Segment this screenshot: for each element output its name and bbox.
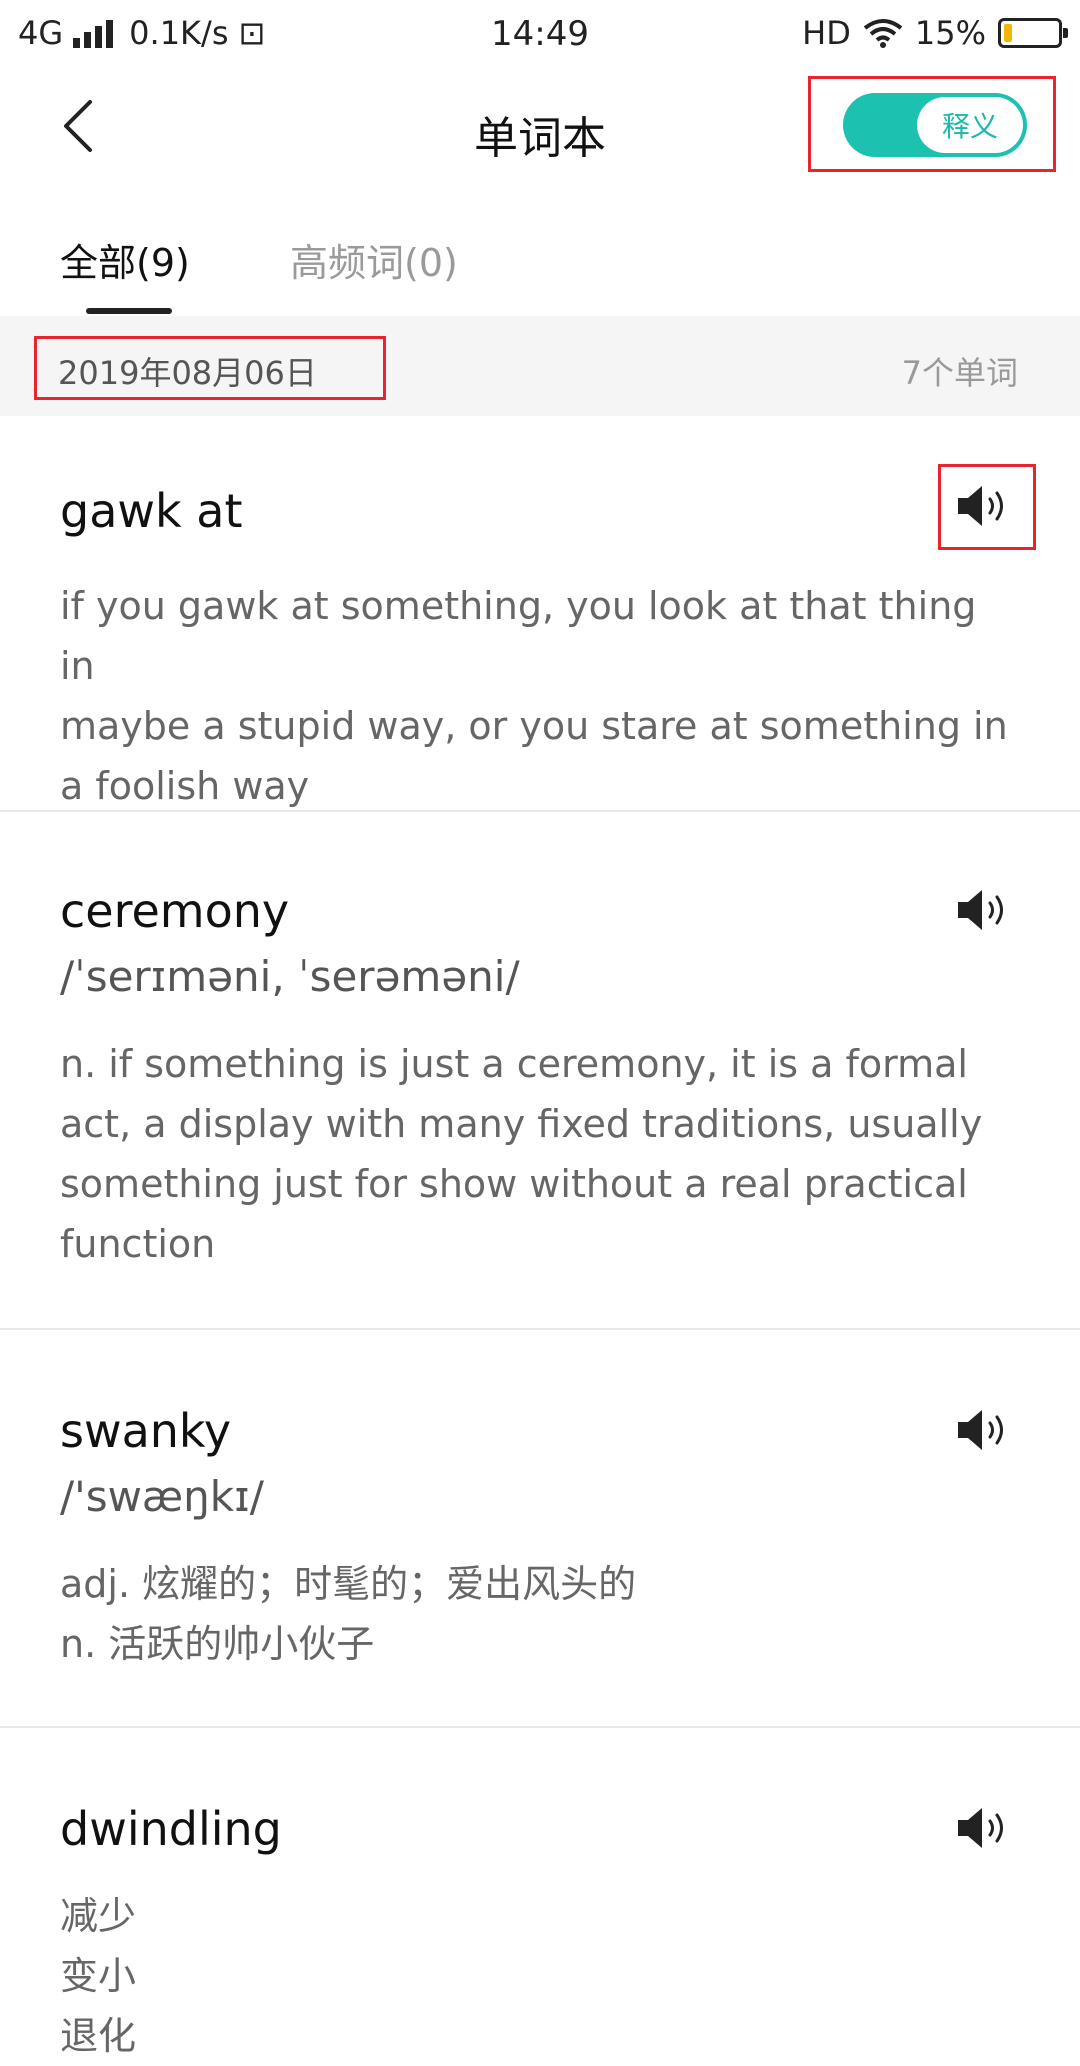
speaker-icon[interactable] <box>956 886 1012 934</box>
active-tab-indicator <box>86 308 172 314</box>
definition-toggle[interactable]: 释义 <box>843 93 1027 157</box>
word-entry[interactable]: swanky /'swæŋkɪ/ adj. 炫耀的；时髦的；爱出风头的 n. 活… <box>0 1330 1080 1728</box>
word-entry[interactable]: ceremony /ˈserɪməni, ˈserəməni/ n. if so… <box>0 812 1080 1330</box>
status-right: HD 15% <box>802 14 1068 52</box>
definition-line: 退化 <box>60 2014 137 2058</box>
tab-bar: 全部(9) 高频词(0) <box>0 220 1080 316</box>
word-phonetic: /ˈserɪməni, ˈserəməni/ <box>60 952 520 1001</box>
speaker-icon[interactable] <box>956 1804 1012 1852</box>
word-definition: if you gawk at something, you look at th… <box>60 576 1020 816</box>
word-definition: adj. 炫耀的；时髦的；爱出风头的 n. 活跃的帅小伙子 <box>60 1554 1020 1674</box>
word-title: dwindling <box>60 1802 282 1856</box>
speaker-icon[interactable] <box>956 1406 1012 1454</box>
definition-line: n. 活跃的帅小伙子 <box>60 1622 375 1666</box>
definition-line: maybe a stupid way, or you stare at some… <box>60 704 1008 748</box>
status-bar: 4G 0.1K/s ⊡ 14:49 HD 15% <box>0 0 1080 74</box>
tab-high-frequency[interactable]: 高频词(0) <box>290 232 458 287</box>
definition-line: adj. 炫耀的；时髦的；爱出风头的 <box>60 1562 637 1606</box>
speaker-icon[interactable] <box>956 482 1012 530</box>
definition-line: n. if something is just a ceremony, it i… <box>60 1042 968 1086</box>
definition-line: act, a display with many fixed tradition… <box>60 1102 983 1146</box>
word-entry[interactable]: gawk at if you gawk at something, you lo… <box>0 416 1080 812</box>
definition-line: function <box>60 1222 216 1266</box>
battery-level <box>1004 24 1012 42</box>
date-group-header: 2019年08月06日 7个单词 <box>0 316 1080 416</box>
group-date: 2019年08月06日 <box>58 354 317 392</box>
word-title: gawk at <box>60 484 243 538</box>
definition-line: 减少 <box>60 1894 137 1938</box>
wifi-icon <box>863 19 903 48</box>
definition-toggle-highlight: 释义 <box>808 76 1056 172</box>
word-title: swanky <box>60 1404 232 1458</box>
toggle-knob: 释义 <box>917 97 1023 153</box>
toggle-label: 释义 <box>941 110 998 143</box>
definition-line: a foolish way <box>60 764 310 808</box>
nav-bar: 单词本 释义 <box>0 74 1080 186</box>
definition-line: if you gawk at something, you look at th… <box>60 584 977 688</box>
word-title: ceremony <box>60 884 290 938</box>
battery-icon <box>998 18 1068 48</box>
word-entry[interactable]: dwindling 减少 变小 退化 <box>0 1728 1080 2058</box>
battery-percent: 15% <box>914 14 986 52</box>
definition-line: 变小 <box>60 1954 137 1998</box>
tab-all[interactable]: 全部(9) <box>60 232 190 287</box>
definition-line: something just for show without a real p… <box>60 1162 968 1206</box>
group-word-count: 7个单词 <box>901 354 1018 392</box>
hd-indicator: HD <box>802 14 851 52</box>
word-phonetic: /'swæŋkɪ/ <box>60 1472 264 1521</box>
word-definition: n. if something is just a ceremony, it i… <box>60 1034 1020 1274</box>
word-definition: 减少 变小 退化 <box>60 1886 1020 2066</box>
